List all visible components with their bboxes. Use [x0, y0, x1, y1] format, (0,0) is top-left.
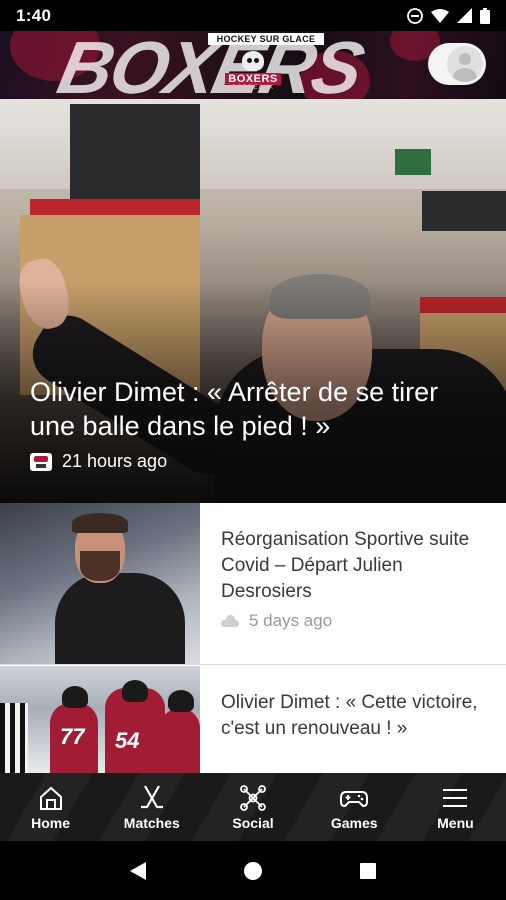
app-header-banner: BOXERS HOCKEY SUR GLACE BOXERS BORDEAUX [0, 31, 506, 99]
nav-label-home: Home [31, 815, 71, 831]
logo-text: BOXERS [225, 73, 281, 85]
hero-article-card[interactable]: Olivier Dimet : « Arrêter de se tirer un… [0, 99, 506, 503]
status-icons [407, 7, 490, 24]
logo-subtext: BORDEAUX [232, 85, 274, 91]
wifi-icon [431, 8, 449, 23]
news-thumbnail [0, 503, 200, 664]
news-meta: 5 days ago [221, 611, 486, 631]
system-navigation-bar [0, 841, 506, 900]
nav-item-home[interactable]: Home [0, 773, 101, 841]
news-title[interactable]: Olivier Dimet : « Cette victoire, c'est … [221, 690, 486, 742]
jersey-number: 54 [115, 728, 140, 753]
list-item[interactable]: 77 54 Olivier Dimet : « Cette victoire, … [0, 666, 506, 773]
hero-article-time: 21 hours ago [62, 451, 168, 471]
battery-icon [480, 7, 490, 24]
menu-icon [443, 789, 468, 807]
recents-icon[interactable] [356, 859, 380, 883]
nav-label-social: Social [232, 815, 274, 831]
team-logo: BOXERS BORDEAUX [222, 46, 284, 96]
back-icon[interactable] [126, 859, 150, 883]
jersey-number: 77 [60, 724, 85, 749]
news-list: Réorganisation Sportive suite Covid – Dé… [0, 503, 506, 773]
thumbnail-detail [160, 708, 200, 773]
nav-item-matches[interactable]: Matches [101, 773, 202, 841]
hero-article-title[interactable]: Olivier Dimet : « Arrêter de se tirer un… [30, 375, 480, 443]
list-item[interactable]: Réorganisation Sportive suite Covid – Dé… [0, 503, 506, 665]
thumbnail-detail [0, 703, 28, 773]
thumbnail-detail [168, 690, 194, 712]
news-title[interactable]: Réorganisation Sportive suite Covid – Dé… [221, 527, 486, 605]
status-time: 1:40 [16, 5, 52, 25]
hero-article-meta: 21 hours ago [30, 451, 167, 472]
header-tagline: HOCKEY SUR GLACE [208, 33, 324, 45]
nav-item-games[interactable]: Games [304, 773, 405, 841]
thumbnail-detail [72, 513, 128, 533]
user-avatar-icon [447, 46, 483, 82]
nav-label-matches: Matches [123, 815, 180, 831]
skull-icon [242, 51, 264, 71]
signal-icon [457, 8, 472, 23]
news-text: Réorganisation Sportive suite Covid – Dé… [200, 503, 506, 664]
gamepad-icon [340, 791, 369, 808]
do-not-disturb-icon [407, 7, 423, 24]
team-logo-icon [30, 452, 52, 471]
bottom-navigation: Home Matches Social Games Menu [0, 773, 506, 841]
nav-label-games: Games [330, 815, 378, 831]
news-text: Olivier Dimet : « Cette victoire, c'est … [200, 666, 506, 773]
news-time: 5 days ago [249, 611, 333, 630]
nav-label-menu: Menu [437, 815, 474, 831]
nav-item-social[interactable]: Social [202, 773, 303, 841]
home-icon [39, 786, 62, 810]
news-thumbnail: 77 54 [0, 666, 200, 773]
network-icon [240, 785, 266, 811]
nav-item-menu[interactable]: Menu [405, 773, 506, 841]
thumbnail-detail [80, 551, 120, 581]
profile-avatar-button[interactable] [428, 43, 486, 85]
hockey-sticks-icon [140, 785, 163, 809]
status-bar: 1:40 [0, 0, 506, 31]
thumbnail-detail [55, 573, 185, 664]
home-circle-icon[interactable] [241, 859, 265, 883]
cloud-icon [221, 615, 239, 627]
thumbnail-detail [122, 680, 148, 702]
thumbnail-detail [62, 686, 88, 708]
